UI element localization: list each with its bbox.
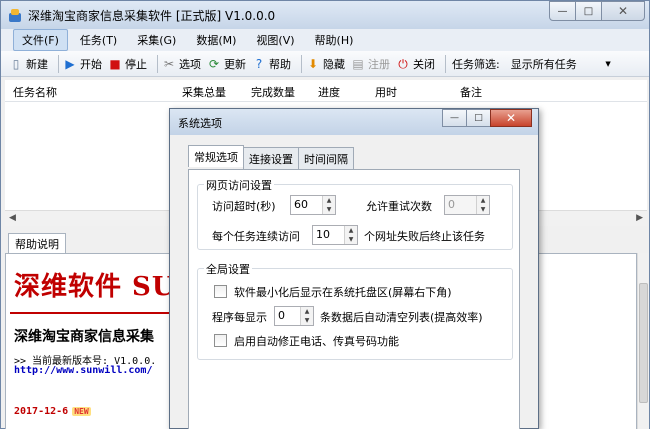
divider [10, 312, 190, 314]
new-doc-icon: ▯ [12, 56, 20, 71]
toolbar-separator [58, 54, 59, 73]
scroll-thumb[interactable] [639, 283, 648, 403]
spin-down-icon[interactable]: ▼ [477, 205, 489, 214]
column-completed[interactable]: 完成数量 [251, 84, 295, 100]
scroll-left-icon[interactable]: ◀ [9, 213, 16, 223]
app-icon [9, 9, 21, 22]
scroll-right-icon[interactable]: ▶ [636, 213, 643, 223]
column-progress[interactable]: 进度 [318, 84, 340, 100]
new-button[interactable]: ▯ 新建 [9, 56, 48, 72]
start-button[interactable]: ▶ 开始 [63, 56, 102, 72]
timeout-spinner[interactable]: 60 ▲ ▼ [290, 195, 336, 215]
spin-down-icon[interactable]: ▼ [301, 316, 313, 325]
task-list-header: 任务名称 采集总量 完成数量 进度 用时 备注 [5, 80, 647, 102]
autofix-checkbox[interactable] [214, 334, 227, 347]
group-title: 全局设置 [204, 261, 252, 277]
title-bar: 深维淘宝商家信息采集软件 [正式版] V1.0.0.0 — □ ✕ [1, 1, 649, 29]
dialog-maximize-button[interactable]: □ [466, 109, 491, 127]
website-link[interactable]: http://www.sunwill.com/ [14, 365, 152, 376]
group-title: 网页访问设置 [204, 177, 274, 193]
menu-data[interactable]: 数据(M) [188, 30, 244, 50]
dropdown-arrow-icon: ▼ [605, 59, 611, 68]
menu-help[interactable]: 帮助(H) [307, 30, 362, 50]
menu-file[interactable]: 文件(F) [13, 29, 68, 51]
tray-checkbox[interactable] [214, 285, 227, 298]
timeout-value[interactable]: 60 [291, 196, 322, 214]
tab-connection[interactable]: 连接设置 [243, 147, 299, 169]
menu-view[interactable]: 视图(V) [248, 30, 302, 50]
task-filter-label: 任务筛选: [452, 57, 500, 71]
dialog-tabs: 常规选项 连接设置 时间间隔 [188, 145, 354, 169]
play-icon: ▶ [65, 56, 75, 71]
spin-down-icon[interactable]: ▼ [323, 205, 335, 214]
clear-list-value[interactable]: 0 [275, 307, 300, 325]
minimize-button[interactable]: — [549, 1, 576, 21]
register-button[interactable]: ▤ 注册 [351, 56, 390, 72]
toolbar-separator [157, 54, 158, 73]
news-date: 2017-12-6 [14, 406, 69, 417]
maximize-button[interactable]: □ [575, 1, 602, 21]
toolbar: ▯ 新建 ▶ 开始 ■ 停止 ✂ 选项 ⟳ 更新 ? 帮助 ⬇ 隐藏 ▤ 注册 … [1, 51, 649, 77]
dialog-title-bar: 系统选项 — □ ✕ [170, 109, 538, 135]
consecutive-suffix: 个网址失败后终止该任务 [364, 230, 485, 243]
clear-list-suffix: 条数据后自动清空列表(提高效率) [320, 311, 483, 324]
menu-bar: 文件(F) 任务(T) 采集(G) 数据(M) 视图(V) 帮助(H) [1, 29, 649, 51]
close-app-button[interactable]: ⏻ 关闭 [396, 56, 435, 72]
column-total[interactable]: 采集总量 [182, 84, 226, 100]
task-filter-select[interactable]: 显示所有任务 ▼ [506, 54, 616, 74]
spin-up-icon[interactable]: ▲ [323, 196, 335, 205]
options-button[interactable]: ✂ 选项 [162, 56, 201, 72]
tab-interval[interactable]: 时间间隔 [298, 147, 354, 169]
autofix-label: 启用自动修正电话、传真号码功能 [234, 335, 399, 348]
dialog-title: 系统选项 [178, 117, 222, 130]
stop-icon: ■ [109, 56, 121, 71]
spin-up-icon[interactable]: ▲ [301, 307, 313, 316]
column-task-name[interactable]: 任务名称 [13, 84, 57, 100]
news-item: 2017-12-6 NEW [14, 406, 91, 417]
timeout-label: 访问超时(秒) [212, 200, 276, 213]
help-icon: ? [255, 56, 263, 71]
menu-task[interactable]: 任务(T) [72, 30, 125, 50]
clear-list-spinner[interactable]: 0 ▲ ▼ [274, 306, 314, 326]
tab-general[interactable]: 常规选项 [188, 145, 244, 167]
menu-collect[interactable]: 采集(G) [129, 30, 184, 50]
window-title: 深维淘宝商家信息采集软件 [正式版] V1.0.0.0 [28, 9, 276, 23]
consecutive-spinner[interactable]: 10 ▲ ▼ [312, 225, 358, 245]
column-note[interactable]: 备注 [460, 84, 482, 100]
power-icon: ⏻ [398, 56, 408, 71]
stop-button[interactable]: ■ 停止 [108, 56, 147, 72]
tray-label: 软件最小化后显示在系统托盘区(屏幕右下角) [234, 286, 452, 299]
hide-arrow-icon: ⬇ [307, 56, 319, 71]
dialog-minimize-button[interactable]: — [442, 109, 467, 127]
spin-down-icon[interactable]: ▼ [345, 235, 357, 244]
brand-logo: 深维软件 SU [14, 272, 176, 302]
dialog-close-button[interactable]: ✕ [490, 109, 532, 127]
system-options-dialog: 系统选项 — □ ✕ 常规选项 连接设置 时间间隔 网页访问设置 访问超时(秒)… [169, 108, 539, 429]
help-button[interactable]: ? 帮助 [252, 56, 291, 72]
retry-label: 允许重试次数 [366, 200, 432, 213]
consecutive-value[interactable]: 10 [313, 226, 344, 244]
consecutive-label: 每个任务连续访问 [212, 230, 300, 243]
toolbar-separator [445, 54, 446, 73]
tab-help[interactable]: 帮助说明 [8, 233, 66, 254]
clear-list-prefix: 程序每显示 [212, 311, 267, 324]
update-button[interactable]: ⟳ 更新 [207, 56, 246, 72]
tools-icon: ✂ [163, 56, 175, 71]
retry-value[interactable]: 0 [445, 196, 476, 214]
help-title: 深维淘宝商家信息采集 [14, 329, 154, 345]
web-access-group: 网页访问设置 访问超时(秒) 60 ▲ ▼ 允许重试次数 0 ▲ ▼ 每个任务连续访… [197, 177, 513, 250]
vertical-scrollbar[interactable] [637, 253, 649, 429]
close-button[interactable]: ✕ [601, 1, 645, 21]
retry-spinner[interactable]: 0 ▲ ▼ [444, 195, 490, 215]
spin-up-icon[interactable]: ▲ [345, 226, 357, 235]
hide-button[interactable]: ⬇ 隐藏 [306, 56, 345, 72]
general-options-page: 网页访问设置 访问超时(秒) 60 ▲ ▼ 允许重试次数 0 ▲ ▼ 每个任务连续访… [188, 169, 520, 429]
global-settings-group: 全局设置 软件最小化后显示在系统托盘区(屏幕右下角) 程序每显示 0 ▲ ▼ 条数… [197, 261, 513, 360]
toolbar-separator [301, 54, 302, 73]
register-icon: ▤ [352, 56, 364, 71]
refresh-icon: ⟳ [208, 56, 220, 71]
spin-up-icon[interactable]: ▲ [477, 196, 489, 205]
column-time[interactable]: 用时 [375, 84, 397, 100]
new-badge: NEW [72, 407, 91, 416]
